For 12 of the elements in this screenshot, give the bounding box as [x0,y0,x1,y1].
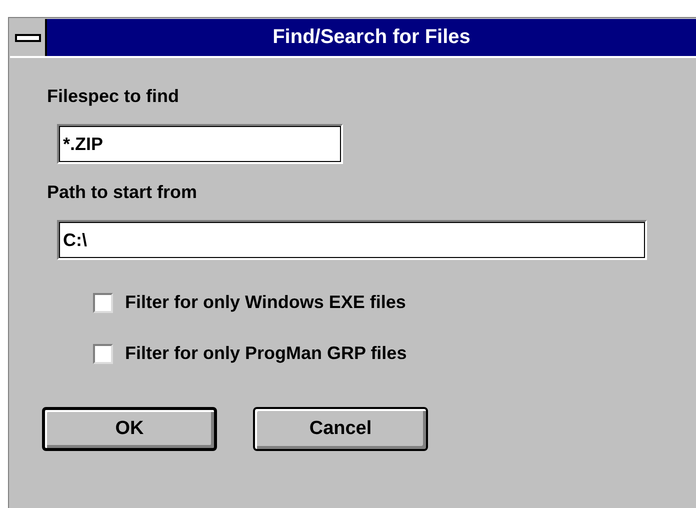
checkbox[interactable] [93,292,113,312]
input-field[interactable]: *.ZIP [57,124,343,164]
field-label: Filespec to find [47,86,180,107]
minus-icon [14,34,40,42]
window-title: Find/Search for Files [47,19,696,56]
cancel-button[interactable]: Cancel [253,407,428,451]
input-field[interactable]: C:\ [57,220,647,260]
checkbox-label: Filter for only Windows EXE files [125,292,406,313]
checkbox[interactable] [93,344,113,364]
ok-button[interactable]: OK [42,407,217,451]
checkbox-label: Filter for only ProgMan GRP files [125,343,407,364]
field-label: Path to start from [47,182,198,203]
